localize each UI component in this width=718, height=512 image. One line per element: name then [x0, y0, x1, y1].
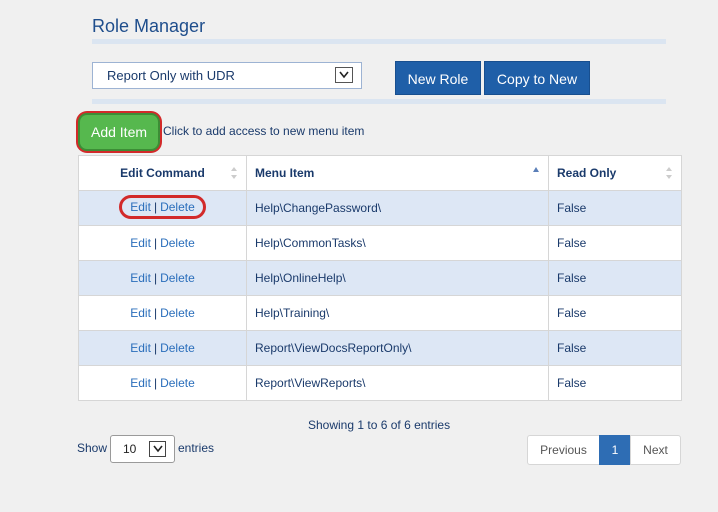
- role-select[interactable]: Report Only with UDR: [92, 62, 362, 89]
- table-header-row: Edit Command Menu Item Read Only: [78, 155, 682, 191]
- edit-link[interactable]: Edit: [130, 341, 151, 355]
- edit-link[interactable]: Edit: [130, 200, 151, 214]
- menu-item-cell: Report\ViewReports\: [246, 365, 549, 401]
- sort-both-icon: [231, 167, 237, 179]
- read-only-cell: False: [548, 260, 682, 296]
- menu-items-table: Edit Command Menu Item Read Only Edit | De…: [78, 155, 682, 401]
- edit-command-cell: Edit | Delete: [78, 365, 247, 401]
- next-page-button[interactable]: Next: [630, 435, 681, 465]
- delete-link[interactable]: Delete: [160, 341, 195, 355]
- column-header-menu-item[interactable]: Menu Item: [246, 155, 549, 191]
- chevron-down-icon[interactable]: [335, 67, 353, 83]
- table-row: Edit | Delete Help\CommonTasks\ False: [78, 225, 682, 261]
- menu-item-cell: Report\ViewDocsReportOnly\: [246, 330, 549, 366]
- edit-link[interactable]: Edit: [130, 376, 151, 390]
- delete-link[interactable]: Delete: [160, 376, 195, 390]
- new-role-button[interactable]: New Role: [395, 61, 481, 95]
- delete-link[interactable]: Delete: [160, 306, 195, 320]
- add-item-hint: Click to add access to new menu item: [163, 124, 365, 138]
- menu-item-cell: Help\CommonTasks\: [246, 225, 549, 261]
- edit-link[interactable]: Edit: [130, 306, 151, 320]
- highlight-ring: Edit | Delete: [119, 195, 206, 219]
- table-row: Edit | Delete Report\ViewReports\ False: [78, 365, 682, 401]
- chevron-down-icon[interactable]: [149, 441, 166, 457]
- edit-command-cell: Edit | Delete: [78, 295, 247, 331]
- entries-label: entries: [178, 441, 215, 455]
- menu-item-cell: Help\ChangePassword\: [246, 190, 549, 226]
- show-label: Show: [77, 441, 108, 455]
- copy-to-new-button[interactable]: Copy to New: [484, 61, 590, 95]
- read-only-cell: False: [548, 225, 682, 261]
- sort-ascending-icon: [533, 167, 539, 172]
- table-row: Edit | Delete Report\ViewDocsReportOnly\ F…: [78, 330, 682, 366]
- sort-both-icon: [666, 167, 672, 179]
- table-row: Edit | Delete Help\Training\ False: [78, 295, 682, 331]
- table-row: Edit | Delete Help\OnlineHelp\ False: [78, 260, 682, 296]
- read-only-cell: False: [548, 295, 682, 331]
- previous-page-button[interactable]: Previous: [527, 435, 600, 465]
- delete-link[interactable]: Delete: [160, 200, 195, 214]
- edit-command-cell: Edit | Delete: [78, 260, 247, 296]
- read-only-cell: False: [548, 330, 682, 366]
- page-length-value: 10: [123, 442, 137, 456]
- delete-link[interactable]: Delete: [160, 271, 195, 285]
- edit-command-cell: Edit | Delete: [78, 330, 247, 366]
- toolbar-divider: [92, 99, 666, 104]
- table-row: Edit | Delete Help\ChangePassword\ False: [78, 190, 682, 226]
- page-length-select[interactable]: 10: [110, 435, 175, 463]
- edit-link[interactable]: Edit: [130, 236, 151, 250]
- add-item-button[interactable]: Add Item: [80, 115, 158, 149]
- table-info: Showing 1 to 6 of 6 entries: [308, 418, 451, 432]
- delete-link[interactable]: Delete: [160, 236, 195, 250]
- page-1-button[interactable]: 1: [599, 435, 631, 465]
- header-divider: [92, 39, 666, 44]
- menu-item-cell: Help\OnlineHelp\: [246, 260, 549, 296]
- read-only-cell: False: [548, 365, 682, 401]
- column-header-read-only[interactable]: Read Only: [548, 155, 682, 191]
- menu-item-cell: Help\Training\: [246, 295, 549, 331]
- edit-link[interactable]: Edit: [130, 271, 151, 285]
- edit-command-cell: Edit | Delete: [78, 225, 247, 261]
- read-only-cell: False: [548, 190, 682, 226]
- role-select-value: Report Only with UDR: [107, 68, 235, 83]
- column-header-edit-command[interactable]: Edit Command: [78, 155, 247, 191]
- edit-command-cell: Edit | Delete: [78, 190, 247, 226]
- page-title: Role Manager: [92, 16, 206, 36]
